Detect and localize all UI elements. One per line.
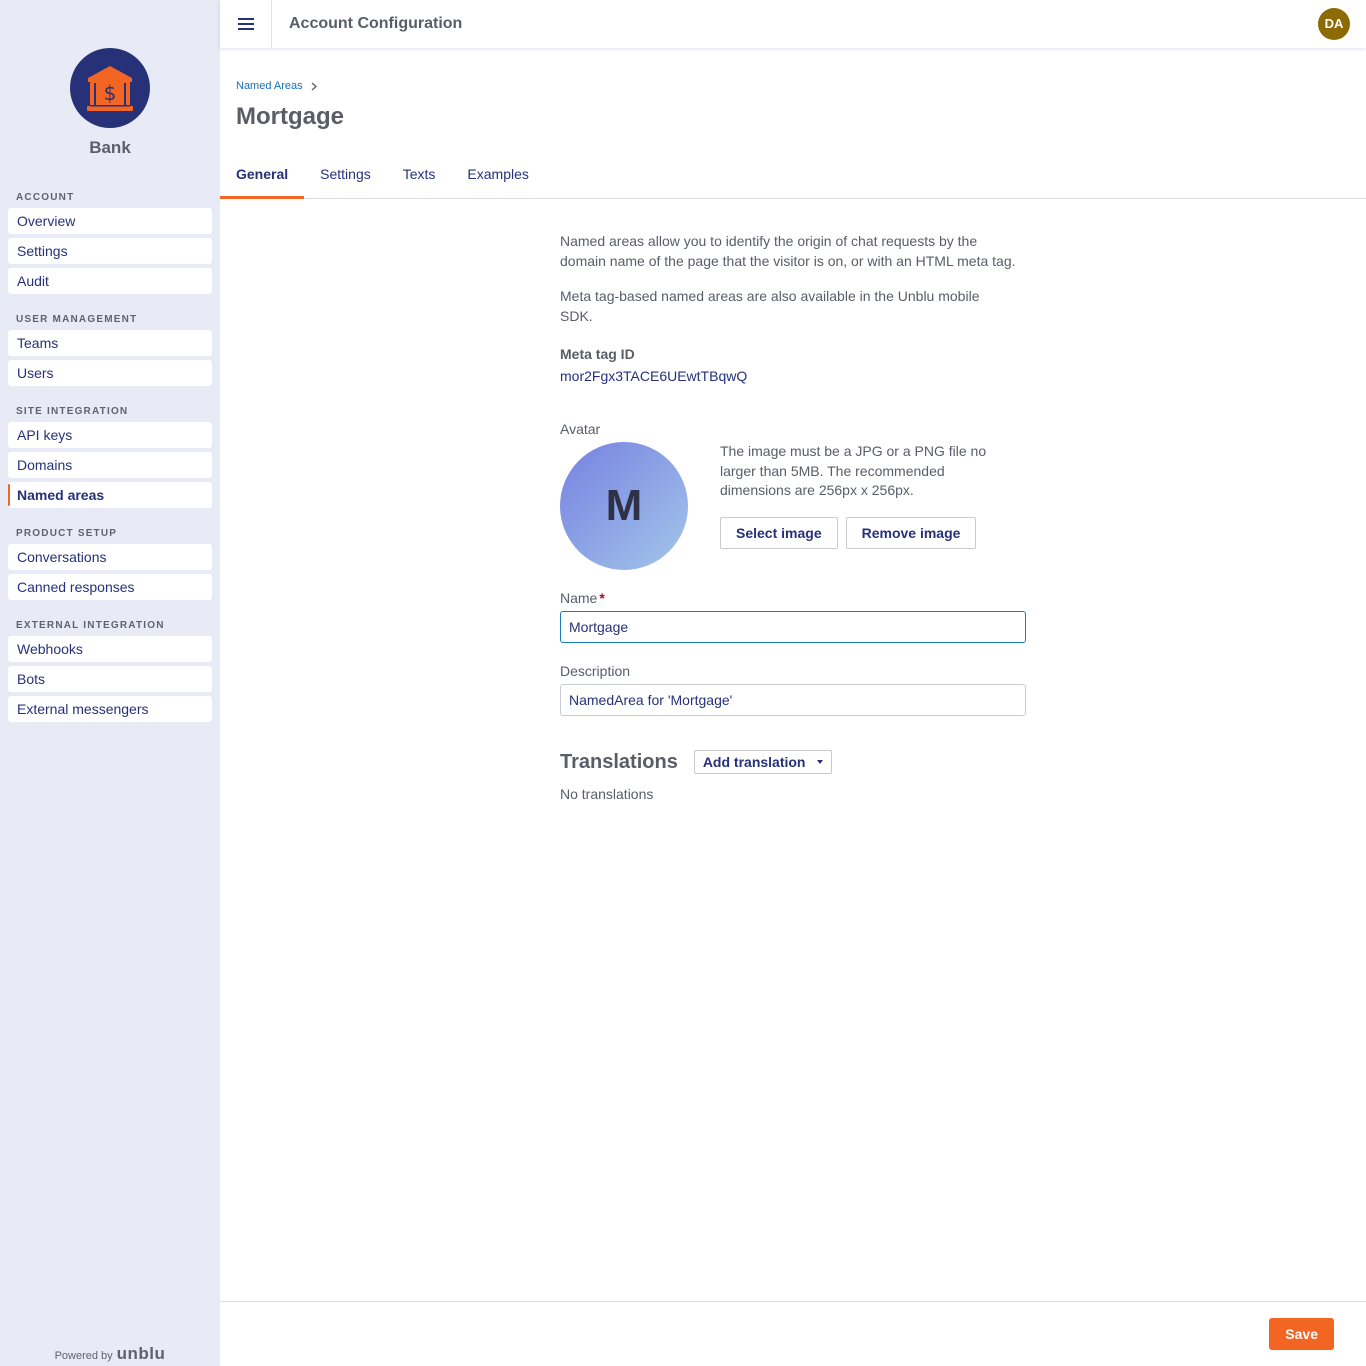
name-input[interactable] [560,611,1026,643]
nav-section-user-management: USER MANAGEMENT Teams Users [8,314,212,386]
add-translation-dropdown[interactable]: Add translation [693,750,833,774]
sidebar-item-named-areas[interactable]: Named areas [8,482,212,508]
named-area-avatar: M [560,442,688,570]
nav-heading: USER MANAGEMENT [16,314,138,325]
bank-icon: $ [70,48,150,128]
nav-heading: EXTERNAL INTEGRATION [16,620,165,631]
sidebar-item-webhooks[interactable]: Webhooks [8,636,212,662]
menu-button[interactable] [220,0,272,48]
tab-examples[interactable]: Examples [451,160,544,198]
powered-by: Powered by unblu [0,1344,220,1364]
brand: $ Bank [0,48,220,158]
sidebar-item-external-messengers[interactable]: External messengers [8,696,212,722]
hamburger-icon [237,18,254,30]
app-title: Account Configuration [289,15,463,32]
tab-texts[interactable]: Texts [387,160,452,198]
page-title: Mortgage [236,103,344,130]
footer-bar: Save [220,1301,1366,1366]
avatar-help-text: The image must be a JPG or a PNG file no… [720,443,987,498]
sidebar-item-conversations[interactable]: Conversations [8,544,212,570]
avatar-buttons: Select image Remove image [720,516,1010,549]
brand-name: Bank [89,138,131,157]
sidebar-item-settings[interactable]: Settings [8,238,212,264]
sidebar-item-domains[interactable]: Domains [8,452,212,478]
no-translations-text: No translations [560,786,654,802]
nav-section-account: ACCOUNT Overview Settings Audit [8,192,212,294]
required-mark: * [599,590,605,606]
translations-header: Translations Add translation [560,750,1026,774]
description-input[interactable] [560,684,1026,716]
sidebar-item-api-keys[interactable]: API keys [8,422,212,448]
sidebar: $ Bank ACCOUNT Overview Settings Audit U… [0,0,220,1366]
avatar-row: M The image must be a JPG or a PNG file … [560,442,1026,570]
save-button[interactable]: Save [1269,1318,1334,1350]
sdk-note: Meta tag-based named areas are also avai… [560,288,980,324]
sidebar-item-canned-responses[interactable]: Canned responses [8,574,212,600]
add-translation-label: Add translation [702,754,806,770]
sidebar-nav: ACCOUNT Overview Settings Audit USER MAN… [8,192,212,742]
nav-section-external-integration: EXTERNAL INTEGRATION Webhooks Bots Exter… [8,620,212,722]
tab-bar: General Settings Texts Examples [220,160,1366,199]
description-label: Description [560,663,631,679]
sidebar-item-users[interactable]: Users [8,360,212,386]
nav-heading: PRODUCT SETUP [16,528,118,539]
nav-section-product-setup: PRODUCT SETUP Conversations Canned respo… [8,528,212,600]
powered-by-text: Powered by [54,1350,113,1362]
nav-section-site-integration: SITE INTEGRATION API keys Domains Named … [8,406,212,508]
nav-heading: SITE INTEGRATION [16,406,129,417]
tab-settings[interactable]: Settings [304,160,387,198]
tab-general[interactable]: General [220,160,305,199]
top-bar: Account Configuration DA [220,0,1366,48]
svg-text:$: $ [104,81,117,105]
sidebar-item-audit[interactable]: Audit [8,268,212,294]
breadcrumb-named-areas[interactable]: Named Areas [236,80,303,92]
select-image-button[interactable]: Select image [720,516,838,549]
sidebar-item-bots[interactable]: Bots [8,666,212,692]
caret-down-icon [817,760,824,764]
breadcrumb: Named Areas [236,80,317,92]
meta-tag-label: Meta tag ID [560,346,635,362]
general-panel: Named areas allow you to identify the or… [560,231,1026,802]
chevron-right-icon [311,82,317,90]
translations-title: Translations [560,750,678,773]
avatar-controls: The image must be a JPG or a PNG file no… [720,442,1010,570]
sidebar-item-overview[interactable]: Overview [8,208,212,234]
name-label: Name * [560,590,1026,606]
meta-tag-value: mor2Fgx3TACE6UEwtTBqwQ [560,368,748,384]
remove-image-button[interactable]: Remove image [845,516,977,549]
intro-text: Named areas allow you to identify the or… [560,233,1016,269]
unblu-logo: unblu [116,1344,166,1363]
name-label-text: Name [560,590,598,606]
avatar-label: Avatar [560,421,601,437]
nav-heading: ACCOUNT [16,192,75,203]
user-avatar[interactable]: DA [1318,8,1350,40]
sidebar-item-teams[interactable]: Teams [8,330,212,356]
